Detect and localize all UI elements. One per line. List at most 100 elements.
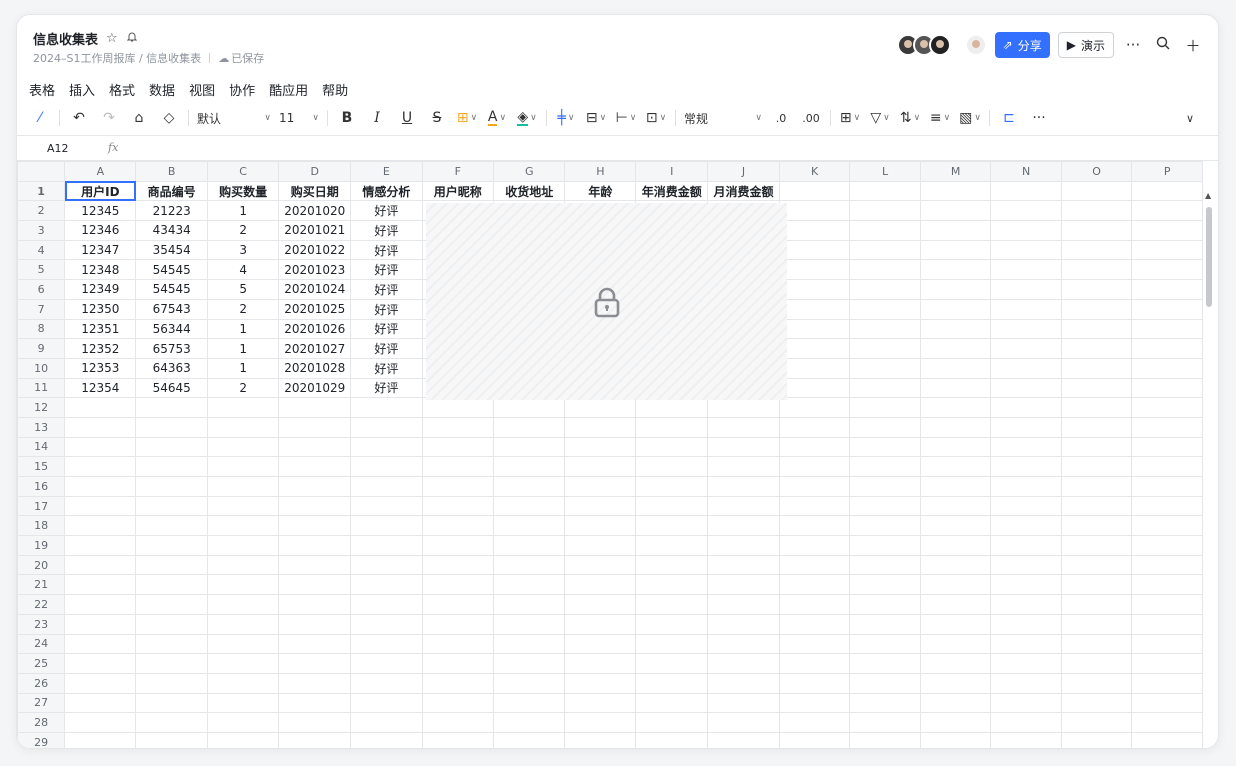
cell[interactable]	[919, 180, 992, 202]
cell[interactable]	[635, 712, 709, 733]
cell[interactable]	[1060, 456, 1133, 477]
cell[interactable]	[919, 416, 992, 438]
row-header[interactable]: 5	[17, 259, 66, 281]
cell[interactable]	[350, 535, 423, 556]
cell[interactable]: 20201020	[278, 200, 352, 222]
filter-icon[interactable]: ▽ ∨	[869, 107, 891, 129]
cell[interactable]	[1060, 495, 1133, 517]
cell[interactable]	[990, 357, 1062, 379]
cell[interactable]: 收货地址	[493, 180, 566, 202]
cell[interactable]	[1131, 574, 1203, 596]
cell[interactable]	[707, 416, 780, 438]
cell[interactable]	[350, 515, 423, 537]
cell[interactable]	[1060, 338, 1133, 359]
cell[interactable]	[493, 554, 566, 576]
cell[interactable]	[1131, 653, 1203, 674]
cell[interactable]	[206, 397, 280, 418]
cell[interactable]	[278, 731, 352, 748]
cell[interactable]: 21223	[135, 200, 208, 222]
cell[interactable]	[564, 712, 637, 733]
scrollbar-thumb[interactable]	[1206, 207, 1212, 307]
cell[interactable]	[421, 692, 495, 714]
cell[interactable]	[206, 692, 280, 714]
cell[interactable]	[919, 338, 992, 359]
cell[interactable]	[778, 259, 851, 281]
cell[interactable]	[493, 574, 566, 596]
cell[interactable]	[1131, 495, 1203, 517]
cell[interactable]	[707, 653, 780, 674]
bold-icon[interactable]: B	[336, 107, 358, 129]
cell[interactable]	[493, 692, 566, 714]
corner-cell[interactable]	[17, 161, 66, 182]
cell[interactable]	[493, 495, 566, 517]
cell[interactable]: 好评	[350, 298, 423, 320]
undo-icon[interactable]: ↶	[68, 107, 90, 129]
cell[interactable]	[278, 712, 352, 733]
cell[interactable]	[990, 436, 1062, 458]
cell[interactable]	[707, 712, 780, 733]
cell[interactable]	[421, 515, 495, 537]
menu-item[interactable]: 插入	[69, 80, 95, 99]
cell[interactable]	[849, 633, 921, 655]
cell[interactable]	[919, 259, 992, 281]
cell[interactable]	[64, 633, 137, 655]
cell[interactable]	[849, 594, 921, 615]
cell[interactable]: 好评	[350, 259, 423, 281]
cell[interactable]	[849, 436, 921, 458]
cell[interactable]	[278, 535, 352, 556]
cell[interactable]	[64, 692, 137, 714]
cell[interactable]: 1	[206, 357, 280, 379]
cell[interactable]	[64, 574, 137, 596]
cell[interactable]	[206, 495, 280, 517]
cell[interactable]	[493, 476, 566, 497]
cell[interactable]: 12346	[64, 220, 137, 241]
row-header[interactable]: 10	[17, 357, 66, 379]
cell[interactable]	[778, 338, 851, 359]
cell[interactable]: 4	[206, 259, 280, 281]
cell[interactable]	[635, 535, 709, 556]
cell[interactable]	[564, 633, 637, 655]
cell[interactable]	[990, 633, 1062, 655]
cell[interactable]	[64, 535, 137, 556]
cell[interactable]	[64, 416, 137, 438]
cell[interactable]	[421, 574, 495, 596]
cell[interactable]	[990, 476, 1062, 497]
cell[interactable]	[206, 476, 280, 497]
row-header[interactable]: 1	[17, 180, 66, 202]
vertical-align-icon[interactable]: ╪ ∨	[555, 107, 577, 129]
cell[interactable]	[421, 554, 495, 576]
cell[interactable]	[278, 515, 352, 537]
cell[interactable]	[64, 613, 137, 635]
cell[interactable]	[350, 633, 423, 655]
cell[interactable]	[278, 653, 352, 674]
row-header[interactable]: 19	[17, 535, 66, 556]
cell[interactable]	[919, 653, 992, 674]
cell[interactable]	[849, 377, 921, 399]
column-header[interactable]: F	[421, 161, 495, 182]
column-header[interactable]: N	[990, 161, 1062, 182]
spreadsheet-grid[interactable]: ABCDEFGHIJKLMNOP 1 用户ID 商品编号 购买数量 购买日期 情感分析 用户…	[17, 161, 1203, 748]
cell[interactable]	[919, 220, 992, 241]
cell[interactable]	[135, 554, 208, 576]
cell[interactable]	[990, 456, 1062, 477]
cell[interactable]	[135, 653, 208, 674]
cell[interactable]	[990, 318, 1062, 340]
cell[interactable]	[135, 416, 208, 438]
cell[interactable]	[849, 574, 921, 596]
cell[interactable]	[564, 613, 637, 635]
cell[interactable]	[64, 731, 137, 748]
cell[interactable]	[990, 200, 1062, 222]
cell[interactable]	[206, 535, 280, 556]
cell[interactable]	[135, 712, 208, 733]
cell[interactable]	[778, 416, 851, 438]
row-header[interactable]: 18	[17, 515, 66, 537]
cell[interactable]	[849, 692, 921, 714]
cell[interactable]	[135, 397, 208, 418]
cell[interactable]	[564, 554, 637, 576]
cell[interactable]	[849, 476, 921, 497]
cell[interactable]	[278, 397, 352, 418]
cell[interactable]: 好评	[350, 279, 423, 300]
column-header[interactable]: J	[707, 161, 780, 182]
cell[interactable]	[206, 613, 280, 635]
cell[interactable]: 20201025	[278, 298, 352, 320]
